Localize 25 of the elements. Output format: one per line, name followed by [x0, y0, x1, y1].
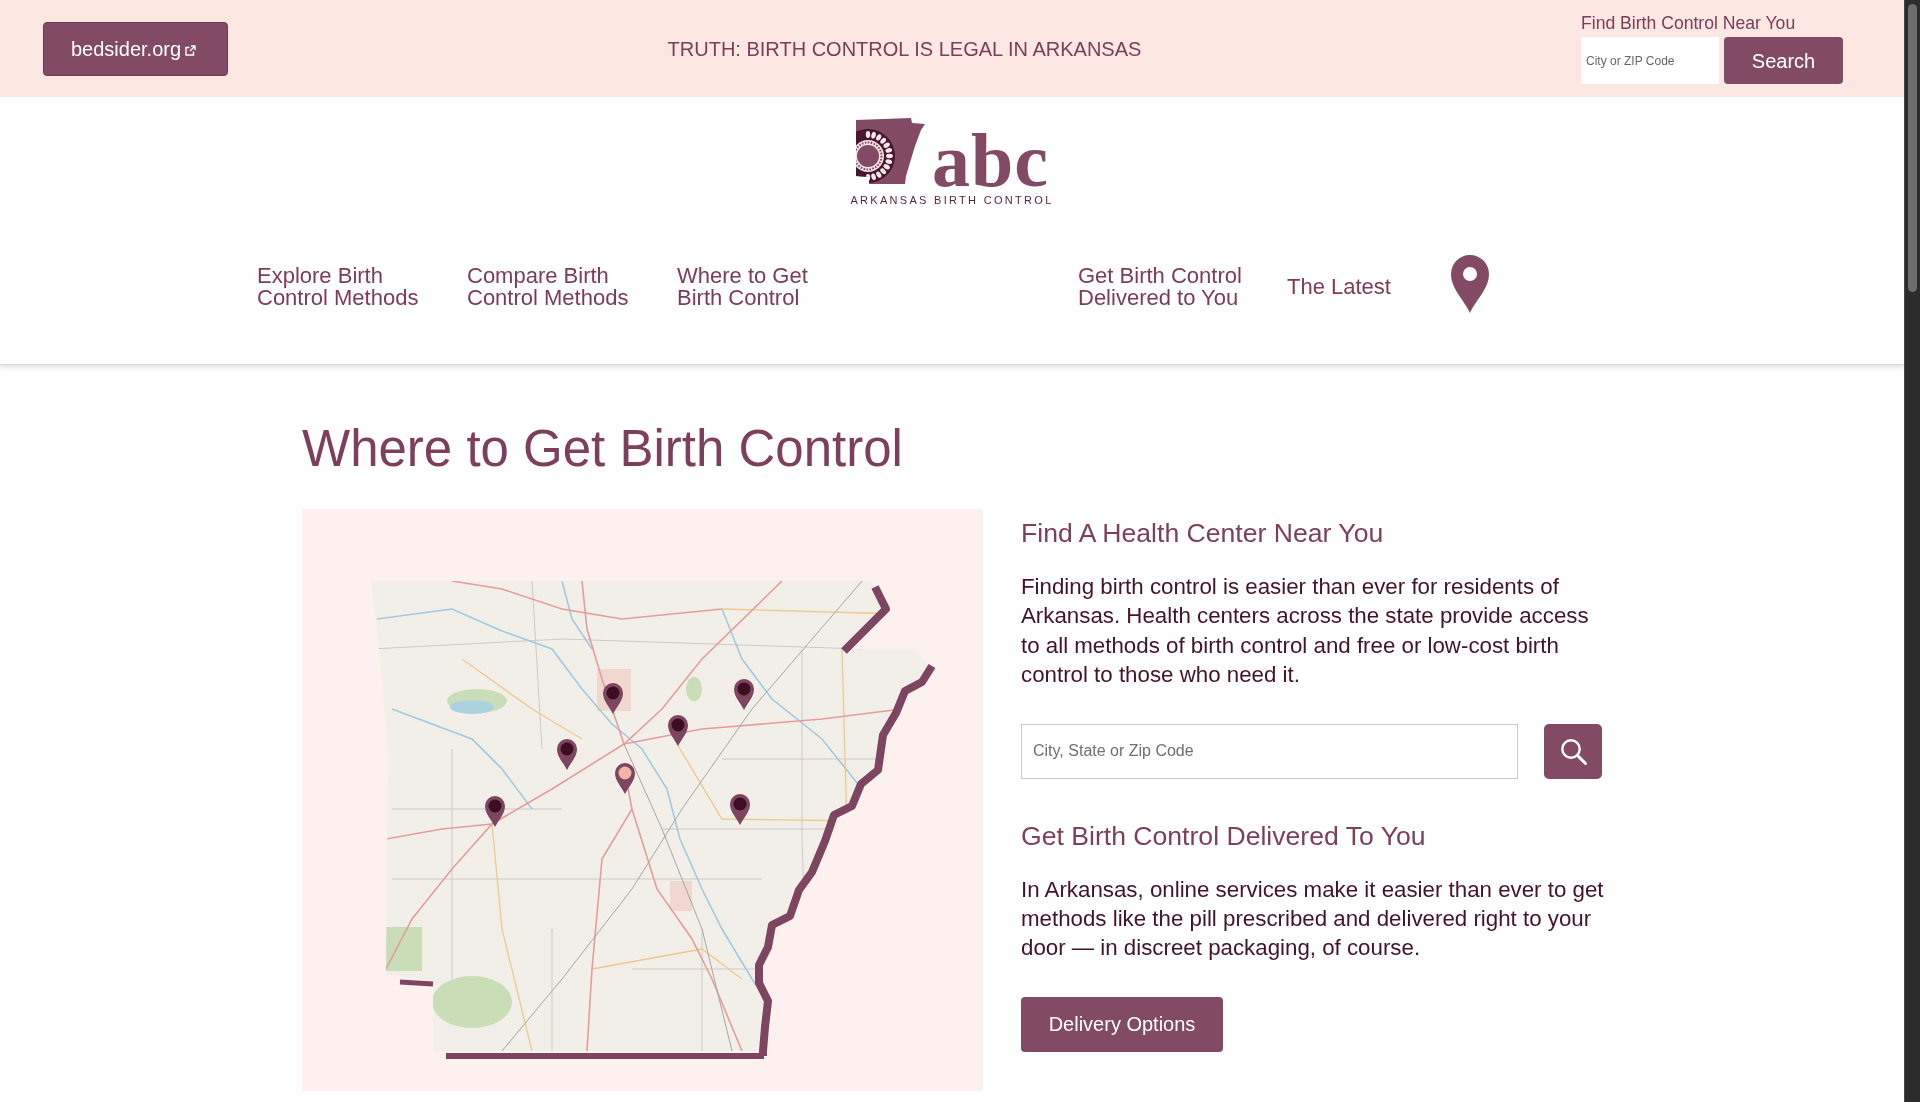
- section-heading: Get Birth Control Delivered To You: [1021, 819, 1426, 852]
- search-button[interactable]: [1544, 723, 1602, 779]
- search-icon: [1559, 737, 1587, 765]
- bedsider-link[interactable]: bedsider.org: [43, 21, 228, 76]
- delivery-options-button[interactable]: Delivery Options: [1021, 996, 1223, 1052]
- logo-wordmark: abc: [932, 129, 1049, 191]
- nav-link[interactable]: Get Birth Control Delivered to You: [1078, 264, 1260, 309]
- nav-link[interactable]: Explore Birth Control Methods: [257, 264, 439, 309]
- page-title: Where to Get Birth Control: [302, 419, 903, 479]
- search-button[interactable]: Search: [1724, 37, 1843, 84]
- section-text: In Arkansas, online services make it easier than ever to get methods like the pill prescribed and delivered right to your door — in discreet packaging, of course.: [1021, 875, 1605, 963]
- state-outline-logo-icon: [855, 118, 926, 184]
- locator-heading: Find Birth Control Near You: [1581, 13, 1797, 33]
- scrollbar-thumb[interactable]: [1908, 4, 1917, 292]
- announcement-text: TRUTH: BIRTH CONTROL IS LEGAL IN ARKANSAS: [667, 36, 1142, 62]
- location-pin-icon[interactable]: [1451, 255, 1489, 313]
- nav-link[interactable]: The Latest: [1287, 275, 1391, 298]
- location-input[interactable]: City or ZIP Code: [1581, 37, 1719, 84]
- logo-tagline: ARKANSAS BIRTH CONTROL: [850, 194, 1054, 207]
- external-link-icon: [185, 44, 197, 56]
- location-search-input[interactable]: City, State or Zip Code: [1021, 723, 1518, 779]
- nav-link[interactable]: Compare Birth Control Methods: [467, 264, 649, 309]
- nav-link[interactable]: Where to Get Birth Control: [677, 264, 859, 309]
- section-heading: Find A Health Center Near You: [1021, 517, 1384, 549]
- section-text: Finding birth control is easier than ever for residents of Arkansas. Health centers across the state provide access to all methods of birth control and free or low-cost birth control to those who need it.: [1021, 573, 1590, 690]
